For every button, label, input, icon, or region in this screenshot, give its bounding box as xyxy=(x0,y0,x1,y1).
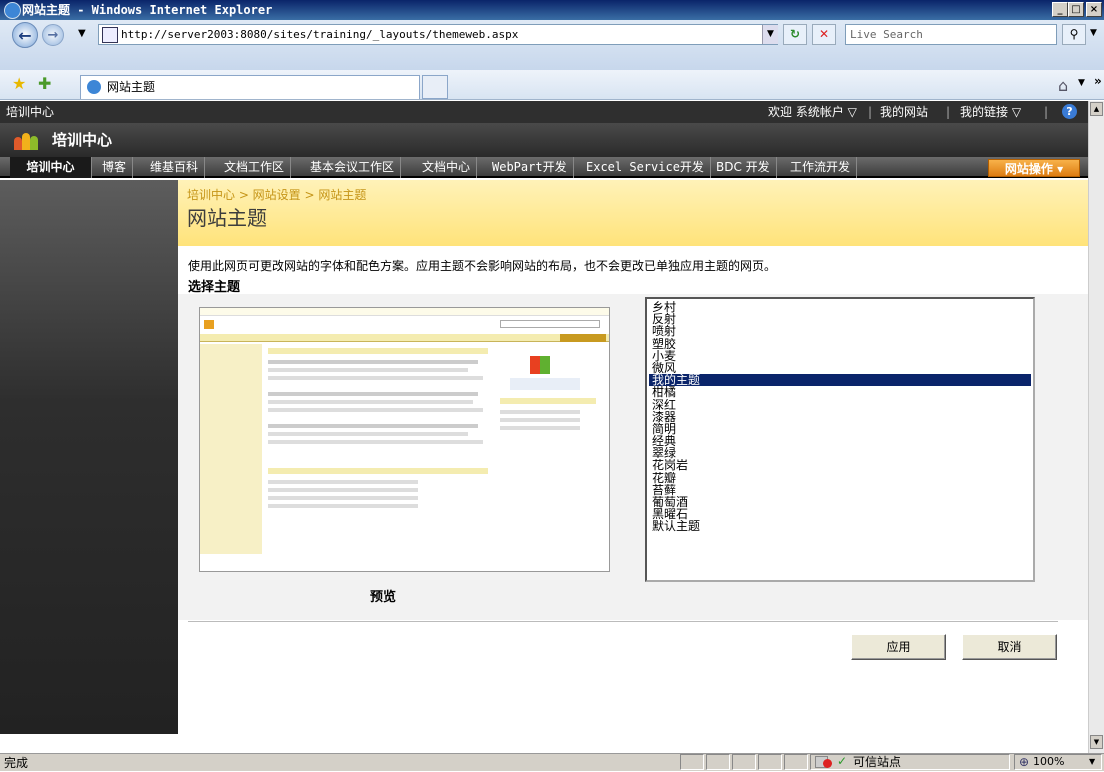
history-dropdown-icon[interactable]: ▼ xyxy=(78,28,86,39)
nav-item-doc-workspace[interactable]: 文档工作区 xyxy=(218,157,292,178)
window-title-bar: 网站主题 - Windows Internet Explorer xyxy=(0,0,1104,20)
favorites-star-icon[interactable]: ★ xyxy=(12,74,26,93)
theme-option[interactable]: 微风 xyxy=(649,362,1031,374)
scroll-up-icon[interactable]: ▲ xyxy=(1090,102,1103,116)
status-pane xyxy=(706,754,730,770)
status-text: 完成 xyxy=(4,756,29,770)
divider xyxy=(188,621,1058,622)
page-icon xyxy=(102,27,118,43)
my-site-link[interactable]: 我的网站 xyxy=(880,101,928,123)
scroll-down-icon[interactable]: ▼ xyxy=(1090,735,1103,749)
close-window-button[interactable]: × xyxy=(1086,2,1102,17)
theme-option[interactable]: 黑曜石 xyxy=(649,508,1031,520)
theme-option[interactable]: 我的主题 xyxy=(649,374,1031,387)
status-pane xyxy=(680,754,704,770)
forward-icon[interactable]: → xyxy=(42,24,64,46)
site-title[interactable]: 培训中心 xyxy=(52,131,112,149)
new-tab-button[interactable] xyxy=(422,75,448,99)
url-text: http://server2003:8080/sites/training/_l… xyxy=(121,28,519,41)
refresh-icon[interactable]: ↻ xyxy=(783,24,807,45)
theme-option[interactable]: 深红 xyxy=(649,399,1031,411)
window-title: 网站主题 - Windows Internet Explorer xyxy=(22,3,273,17)
theme-option[interactable]: 苔藓 xyxy=(649,484,1031,496)
page-description: 使用此网页可更改网站的字体和配色方案。应用主题不会影响网站的布局，也不会更改已单… xyxy=(188,259,777,273)
apply-button[interactable]: 应用 xyxy=(851,634,946,660)
theme-option[interactable]: 反射 xyxy=(649,313,1031,325)
nav-item-doc-center[interactable]: 文档中心 xyxy=(416,157,478,178)
more-tools-icon[interactable]: » xyxy=(1094,74,1102,88)
theme-option[interactable]: 塑胶 xyxy=(649,338,1031,350)
page-title: 网站主题 xyxy=(187,206,267,230)
zoom-dropdown-icon: ▼ xyxy=(1089,757,1096,766)
theme-preview-image xyxy=(199,307,610,572)
minimize-button[interactable]: _ xyxy=(1052,2,1068,17)
tab-ie-icon xyxy=(87,80,101,94)
home-icon[interactable]: ⌂ xyxy=(1058,76,1068,95)
nav-item-workflow[interactable]: 工作流开发 xyxy=(784,157,858,178)
address-bar[interactable]: http://server2003:8080/sites/training/_l… xyxy=(98,24,778,45)
breadcrumb[interactable]: 培训中心 > 网站设置 > 网站主题 xyxy=(187,186,366,203)
zoom-control[interactable]: ⊕ 100% ▼ xyxy=(1014,754,1102,770)
nav-item-home[interactable]: 培训中心 xyxy=(10,157,92,178)
maximize-button[interactable]: □ xyxy=(1068,2,1084,17)
nav-item-meeting-workspace[interactable]: 基本会议工作区 xyxy=(304,157,402,178)
theme-option[interactable]: 喷射 xyxy=(649,325,1031,337)
top-navigation: 培训中心 博客 维基百科 文档工作区 基本会议工作区 文档中心 WebPart开… xyxy=(0,157,1088,178)
theme-option[interactable]: 默认主题 xyxy=(649,520,1031,532)
blocked-icon xyxy=(823,759,832,768)
theme-option[interactable]: 花瓣 xyxy=(649,472,1031,484)
cancel-button[interactable]: 取消 xyxy=(962,634,1057,660)
checkmark-icon: ✓ xyxy=(837,754,848,768)
help-icon[interactable]: ? xyxy=(1062,104,1077,119)
address-dropdown-icon[interactable]: ▼ xyxy=(762,25,778,44)
site-actions-menu[interactable]: 网站操作 ▾ xyxy=(988,159,1080,177)
preview-label: 预览 xyxy=(370,590,397,605)
theme-listbox[interactable]: 乡村 反射 喷射 塑胶 小麦 微风 我的主题 柑橘 深红 漆器 简明 经典 翠绿 花岗岩 花瓣 苔藓 葡萄酒 黑曜… xyxy=(645,297,1035,582)
site-name-top[interactable]: 培训中心 xyxy=(6,101,54,123)
zoom-icon: ⊕ xyxy=(1019,755,1030,769)
add-favorites-icon[interactable]: ✚ xyxy=(38,74,51,93)
choose-theme-label: 选择主题 xyxy=(188,280,241,295)
stop-icon[interactable]: ✕ xyxy=(812,24,836,45)
nav-item-bdc[interactable]: BDC 开发 xyxy=(710,157,777,178)
status-pane xyxy=(732,754,756,770)
search-options-icon[interactable]: ▼ xyxy=(1090,28,1097,38)
status-pane xyxy=(758,754,782,770)
vertical-scrollbar[interactable]: ▲ ▼ xyxy=(1088,101,1104,753)
back-icon[interactable]: ← xyxy=(12,22,38,48)
theme-option[interactable]: 经典 xyxy=(649,435,1031,447)
theme-option[interactable]: 花岗岩 xyxy=(649,459,1031,471)
my-links-menu[interactable]: 我的链接 ▽ xyxy=(960,101,1021,123)
zone-pane[interactable]: ✓ 可信站点 xyxy=(810,754,1010,770)
nav-item-blog[interactable]: 博客 xyxy=(96,157,134,178)
ie-icon xyxy=(4,2,21,19)
theme-option[interactable]: 漆器 xyxy=(649,411,1031,423)
people-logo-icon xyxy=(14,131,38,151)
theme-option[interactable]: 翠绿 xyxy=(649,447,1031,459)
status-pane xyxy=(784,754,808,770)
divider: | xyxy=(946,105,951,119)
divider: | xyxy=(1044,105,1049,119)
search-input[interactable]: Live Search xyxy=(845,24,1057,45)
site-title-bar: 培训中心 xyxy=(0,123,1088,157)
nav-item-webpart[interactable]: WebPart开发 xyxy=(486,157,574,178)
nav-item-excel-service[interactable]: Excel Service开发 xyxy=(580,157,711,178)
tab-current[interactable]: 网站主题 xyxy=(80,75,420,99)
theme-option[interactable]: 乡村 xyxy=(649,301,1031,313)
theme-option[interactable]: 小麦 xyxy=(649,350,1031,362)
zone-text: 可信站点 xyxy=(853,755,902,769)
theme-option[interactable]: 葡萄酒 xyxy=(649,496,1031,508)
zoom-level: 100% xyxy=(1033,755,1065,768)
sharepoint-global-bar: 培训中心 欢迎 系统帐户 ▽ | 我的网站 | 我的链接 ▽ | ? xyxy=(0,101,1088,123)
divider: | xyxy=(868,105,873,119)
theme-option[interactable]: 简明 xyxy=(649,423,1031,435)
welcome-menu[interactable]: 欢迎 系统帐户 ▽ xyxy=(768,101,857,123)
tab-title: 网站主题 xyxy=(107,80,156,94)
home-dropdown-icon[interactable]: ▼ xyxy=(1078,78,1085,88)
search-icon[interactable]: ⚲ xyxy=(1062,24,1086,45)
nav-item-wiki[interactable]: 维基百科 xyxy=(144,157,206,178)
left-navigation-panel xyxy=(0,180,178,734)
theme-option[interactable]: 柑橘 xyxy=(649,386,1031,398)
